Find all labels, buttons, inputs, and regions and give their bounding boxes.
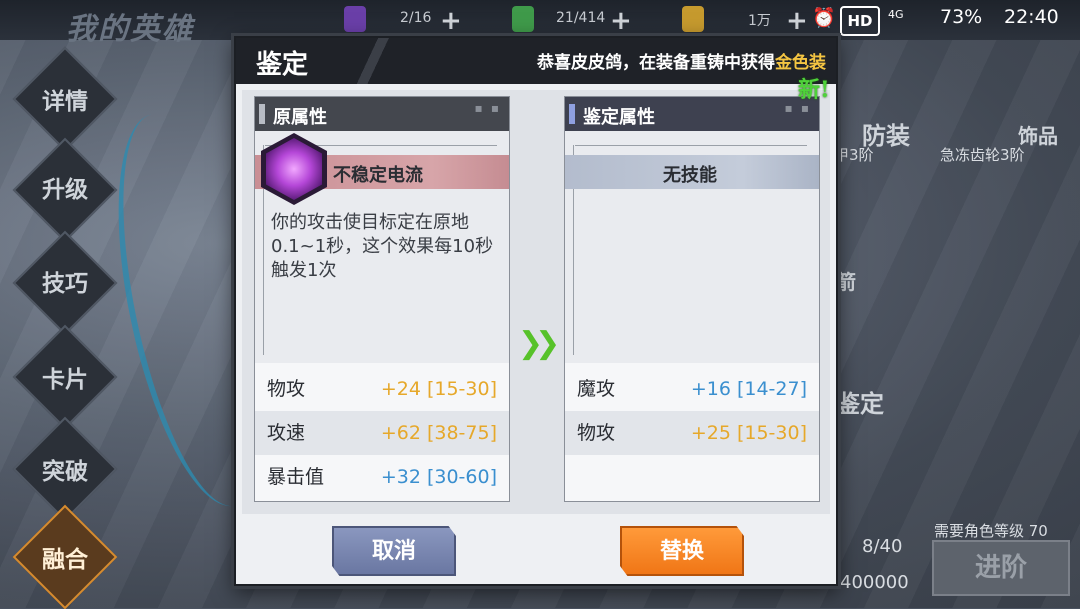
stat-name: 物攻 bbox=[267, 378, 306, 400]
material-progress: 8/40 bbox=[862, 536, 903, 557]
add-energy-button[interactable]: + bbox=[440, 6, 462, 36]
nav-item-fusion[interactable]: 融合 bbox=[30, 540, 100, 574]
status-bar: 我的英雄 2/16 + 21/414 + 1万 + ⏰ HD 4G 73% 22… bbox=[0, 0, 1080, 47]
stat-value: +32 [30-60] bbox=[380, 466, 497, 488]
nav-item-skills[interactable]: 技巧 bbox=[30, 264, 100, 298]
reward-message-text: 恭喜皮皮鸽，在装备重铸中获得 bbox=[537, 53, 775, 73]
panel-header: 鉴定属性 ▪ ▪ bbox=[565, 97, 819, 131]
stat-name: 攻速 bbox=[267, 422, 306, 444]
battery-percent: 73% bbox=[940, 6, 983, 28]
hd-badge: HD bbox=[840, 6, 880, 36]
panel-header: 原属性 ▪ ▪ bbox=[255, 97, 509, 131]
stat-row: 物攻 +24 [15-30] bbox=[255, 367, 509, 411]
cost-value: 400000 bbox=[840, 572, 909, 593]
nav-item-breakthrough[interactable]: 突破 bbox=[30, 452, 100, 486]
new-badge: 新! bbox=[798, 77, 830, 103]
stat-row: 物攻 +25 [15-30] bbox=[565, 411, 819, 455]
panel-title: 鉴定属性 bbox=[583, 107, 655, 128]
skill-area: 无技能 bbox=[565, 131, 819, 363]
divider-line bbox=[575, 145, 807, 146]
page-title: 我的英雄 bbox=[66, 12, 194, 47]
stat-value: +62 [38-75] bbox=[380, 422, 497, 444]
stat-value: +16 [14-27] bbox=[690, 378, 807, 400]
stat-name: 物攻 bbox=[577, 422, 616, 444]
original-attributes-panel: 原属性 ▪ ▪ 不稳定电流 你的攻击使目标定在原地0.1~1秒，这个效果每10秒… bbox=[254, 96, 510, 502]
appraised-attributes-panel: 鉴定属性 ▪ ▪ 无技能 魔攻 +16 [14-27] 物攻 +25 [15-3… bbox=[564, 96, 820, 502]
header-bar bbox=[569, 104, 575, 124]
alarm-icon: ⏰ bbox=[812, 7, 836, 29]
skill-bar: 无技能 bbox=[565, 155, 819, 189]
panel-title: 原属性 bbox=[273, 107, 327, 128]
reward-message: 恭喜皮皮鸽，在装备重铸中获得金色装 bbox=[537, 48, 826, 73]
advance-button[interactable]: 进阶 bbox=[932, 540, 1070, 596]
skill-area: 不稳定电流 你的攻击使目标定在原地0.1~1秒，这个效果每10秒触发1次 bbox=[255, 131, 509, 363]
header-bar bbox=[259, 104, 265, 124]
skill-name: 不稳定电流 bbox=[333, 165, 423, 186]
gold-count: 1万 bbox=[748, 13, 771, 29]
nav-item-upgrade[interactable]: 升级 bbox=[30, 170, 100, 204]
stat-row: 攻速 +62 [38-75] bbox=[255, 411, 509, 455]
appraise-dialog: 鉴定 恭喜皮皮鸽，在装备重铸中获得金色装 原属性 ▪ ▪ 不稳定电流 你的攻击使… bbox=[234, 36, 838, 586]
stat-row: 魔攻 +16 [14-27] bbox=[565, 367, 819, 411]
gold-icon bbox=[682, 6, 704, 32]
stat-name: 魔攻 bbox=[577, 378, 616, 400]
replace-button[interactable]: 替换 bbox=[620, 526, 744, 576]
nav-item-cards[interactable]: 卡片 bbox=[30, 360, 100, 394]
potion-icon bbox=[512, 6, 534, 32]
stat-value: +25 [15-30] bbox=[690, 422, 807, 444]
reward-highlight: 金色装 bbox=[775, 53, 826, 73]
potion-count: 21/414 bbox=[556, 10, 606, 26]
energy-icon bbox=[344, 6, 366, 32]
clock: 22:40 bbox=[1004, 6, 1059, 28]
skill-icon-glow bbox=[266, 138, 322, 200]
add-gold-button[interactable]: + bbox=[786, 6, 808, 36]
double-arrow-icon: ❯❯ bbox=[518, 326, 560, 361]
network-indicator: 4G bbox=[888, 8, 904, 21]
stat-name: 暴击值 bbox=[267, 466, 325, 488]
nav-item-details[interactable]: 详情 bbox=[30, 82, 100, 116]
skill-description: 你的攻击使目标定在原地0.1~1秒，这个效果每10秒触发1次 bbox=[271, 212, 494, 281]
stat-row: 暴击值 +32 [30-60] bbox=[255, 455, 509, 499]
dialog-body: 原属性 ▪ ▪ 不稳定电流 你的攻击使目标定在原地0.1~1秒，这个效果每10秒… bbox=[242, 90, 830, 514]
header-decoration bbox=[346, 38, 396, 84]
accessory-sub: 急冻齿轮3阶 bbox=[940, 146, 1025, 164]
lightning-skill-icon[interactable] bbox=[261, 133, 327, 205]
header-dots: ▪ ▪ bbox=[474, 101, 501, 115]
dialog-header: 鉴定 恭喜皮皮鸽，在装备重铸中获得金色装 bbox=[236, 38, 836, 84]
add-potion-button[interactable]: + bbox=[610, 6, 632, 36]
cancel-button[interactable]: 取消 bbox=[332, 526, 456, 576]
dialog-title: 鉴定 bbox=[256, 50, 309, 80]
energy-count: 2/16 bbox=[400, 10, 432, 26]
skill-name: 无技能 bbox=[663, 165, 717, 186]
appraise-label: 鉴定 bbox=[836, 389, 884, 418]
required-level: 需要角色等级 70 bbox=[934, 522, 1048, 540]
stat-value: +24 [15-30] bbox=[380, 378, 497, 400]
armor-sub: 甲3阶 bbox=[834, 146, 874, 164]
weapon-label: 箭 bbox=[836, 270, 856, 294]
